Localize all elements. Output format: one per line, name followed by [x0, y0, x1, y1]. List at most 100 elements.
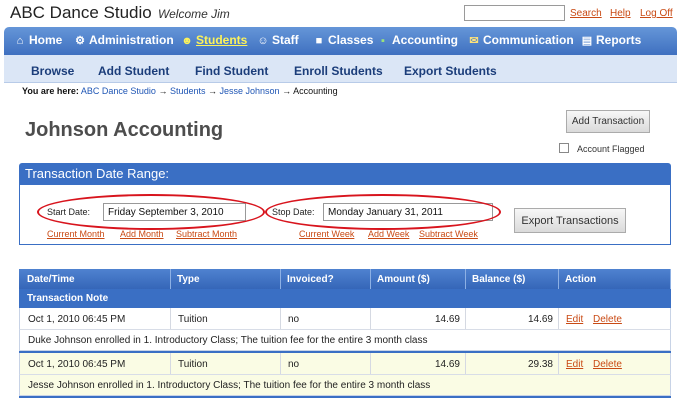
search-link[interactable]: Search — [570, 8, 602, 19]
table-row: Oct 1, 2010 06:45 PM Tuition no 14.69 29… — [19, 353, 671, 375]
nav-item-administration[interactable]: ⚙ Administration — [74, 33, 174, 47]
nav-item-reports[interactable]: ▤ Reports — [581, 33, 642, 47]
subnav-add-student[interactable]: Add Student — [98, 64, 169, 78]
header-divider — [465, 269, 466, 289]
gear-icon: ⚙ — [75, 35, 85, 47]
cell-date: Oct 1, 2010 06:45 PM — [28, 314, 126, 325]
row-divider — [280, 308, 281, 329]
subnav-find-student[interactable]: Find Student — [195, 64, 268, 78]
cell-amount: 14.69 — [434, 314, 460, 325]
transaction-note-row: Duke Johnson enrolled in 1. Introductory… — [19, 330, 671, 351]
date-range-heading: Transaction Date Range: — [19, 163, 671, 185]
sub-nav: Browse Add Student Find Student Enroll S… — [4, 55, 677, 83]
subnav-enroll-students[interactable]: Enroll Students — [294, 64, 383, 78]
cell-type: Tuition — [178, 359, 208, 370]
home-icon: ⌂ — [16, 35, 24, 47]
page-title: Johnson Accounting — [25, 119, 224, 141]
cell-invoiced: no — [288, 359, 300, 370]
cell-balance: 29.38 — [527, 359, 553, 370]
add-month-link[interactable]: Add Month — [120, 229, 164, 239]
nav-label: Communication — [483, 33, 574, 47]
row-divider — [280, 353, 281, 374]
breadcrumb-sep: → — [158, 86, 168, 96]
subtract-week-link[interactable]: Subtract Week — [419, 229, 478, 239]
mail-icon: ✉ — [469, 35, 479, 47]
header-divider — [558, 269, 559, 289]
transaction-note-label: Transaction Note — [27, 293, 109, 304]
nav-label: Reports — [596, 33, 642, 47]
start-date-highlight — [37, 194, 265, 230]
col-balance: Balance ($) — [472, 274, 526, 285]
current-month-link[interactable]: Current Month — [47, 229, 105, 239]
row-divider — [465, 353, 466, 374]
breadcrumb-prefix: You are here: — [22, 86, 79, 96]
account-flagged-checkbox[interactable] — [559, 143, 569, 153]
classes-icon: ■ — [315, 35, 323, 47]
delete-link[interactable]: Delete — [593, 314, 622, 325]
top-header: ABC Dance Studio Welcome Jim Search Help… — [0, 0, 681, 26]
header-divider — [170, 269, 171, 289]
cell-invoiced: no — [288, 314, 300, 325]
breadcrumb-students[interactable]: Students — [170, 86, 206, 96]
breadcrumb-student[interactable]: Jesse Johnson — [220, 86, 280, 96]
col-amount: Amount ($) — [377, 274, 430, 285]
nav-item-classes[interactable]: ■ Classes — [313, 33, 374, 47]
nav-label: Classes — [328, 33, 374, 47]
nav-item-communication[interactable]: ✉ Communication — [468, 33, 574, 47]
breadcrumb: You are here: ABC Dance Studio → Student… — [22, 86, 338, 96]
report-icon: ▤ — [581, 35, 593, 47]
edit-link[interactable]: Edit — [566, 314, 583, 325]
nav-label: Students — [196, 33, 248, 47]
add-week-link[interactable]: Add Week — [368, 229, 409, 239]
row-divider — [370, 308, 371, 329]
cell-type: Tuition — [178, 314, 208, 325]
row-divider — [170, 353, 171, 374]
row-group-divider — [19, 396, 671, 398]
nav-label: Staff — [272, 33, 299, 47]
app-name: ABC Dance Studio — [10, 3, 152, 22]
row-divider — [558, 353, 559, 374]
breadcrumb-studio[interactable]: ABC Dance Studio — [81, 86, 156, 96]
subnav-export-students[interactable]: Export Students — [404, 64, 497, 78]
row-divider — [465, 308, 466, 329]
transaction-note-header: Transaction Note — [19, 289, 671, 308]
col-date: Date/Time — [27, 274, 75, 285]
subtract-month-link[interactable]: Subtract Month — [176, 229, 237, 239]
transactions-table-header: Date/Time Type Invoiced? Amount ($) Bala… — [19, 269, 671, 289]
account-flagged-label: Account Flagged — [577, 144, 645, 154]
breadcrumb-sep: → — [208, 86, 217, 96]
cell-balance: 14.69 — [527, 314, 553, 325]
nav-item-home[interactable]: ⌂ Home — [14, 33, 63, 47]
row-divider — [558, 308, 559, 329]
col-type: Type — [177, 274, 200, 285]
main-nav: ⌂ Home ⚙ Administration ☻ Students ☺ Staff ■… — [4, 27, 677, 55]
breadcrumb-sep: → — [282, 86, 292, 96]
log-off-link[interactable]: Log Off — [640, 8, 673, 19]
nav-label: Accounting — [392, 33, 458, 47]
staff-icon: ☺ — [257, 35, 269, 47]
add-transaction-button[interactable]: Add Transaction — [566, 110, 650, 133]
nav-item-students[interactable]: ☻ Students — [181, 33, 247, 47]
nav-label: Home — [29, 33, 63, 47]
nav-item-accounting[interactable]: ▪ Accounting — [377, 33, 458, 47]
transaction-note-text: Duke Johnson enrolled in 1. Introductory… — [28, 335, 428, 346]
subnav-browse[interactable]: Browse — [31, 64, 74, 78]
nav-item-staff[interactable]: ☺ Staff — [257, 33, 299, 47]
col-invoiced: Invoiced? — [287, 274, 334, 285]
header-divider — [370, 269, 371, 289]
table-row: Oct 1, 2010 06:45 PM Tuition no 14.69 14… — [19, 308, 671, 330]
cell-date: Oct 1, 2010 06:45 PM — [28, 359, 126, 370]
export-transactions-button[interactable]: Export Transactions — [514, 208, 626, 233]
header-divider — [280, 269, 281, 289]
nav-label: Administration — [89, 33, 174, 47]
breadcrumb-current: Accounting — [293, 86, 338, 96]
current-week-link[interactable]: Current Week — [299, 229, 354, 239]
row-divider — [170, 308, 171, 329]
transaction-note-row: Jesse Johnson enrolled in 1. Introductor… — [19, 375, 671, 396]
money-icon: ▪ — [381, 35, 385, 47]
transaction-note-text: Jesse Johnson enrolled in 1. Introductor… — [28, 380, 431, 391]
edit-link[interactable]: Edit — [566, 359, 583, 370]
search-input[interactable] — [464, 5, 565, 21]
delete-link[interactable]: Delete — [593, 359, 622, 370]
help-link[interactable]: Help — [610, 8, 631, 19]
